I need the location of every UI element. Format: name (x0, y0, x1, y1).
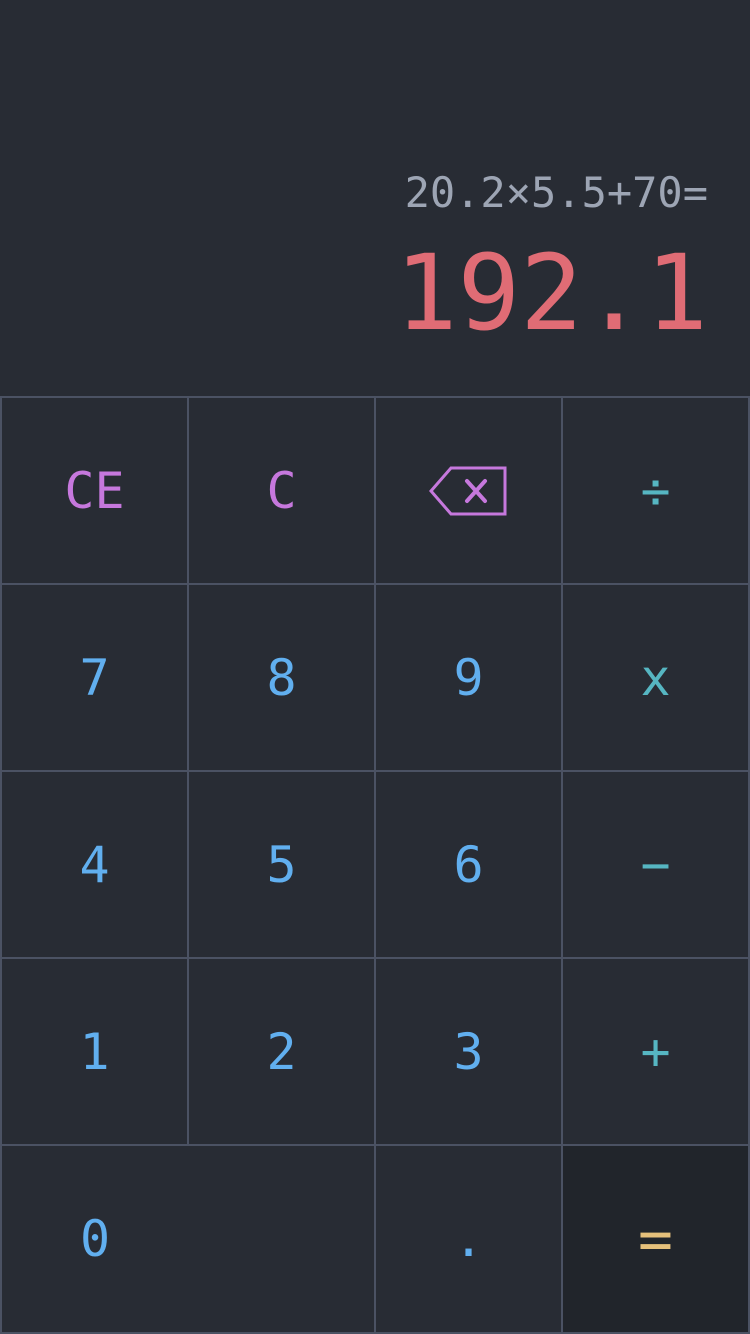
digit-7-button[interactable]: 7 (2, 585, 187, 770)
digit-4-button[interactable]: 4 (2, 772, 187, 957)
clear-button[interactable]: C (189, 398, 374, 583)
multiply-button[interactable]: x (563, 585, 748, 770)
digit-9-button[interactable]: 9 (376, 585, 561, 770)
add-button[interactable]: + (563, 959, 748, 1144)
digit-3-button[interactable]: 3 (376, 959, 561, 1144)
subtract-button[interactable]: − (563, 772, 748, 957)
digit-2-button[interactable]: 2 (189, 959, 374, 1144)
digit-8-button[interactable]: 8 (189, 585, 374, 770)
equals-button[interactable]: = (563, 1146, 748, 1332)
divide-button[interactable]: ÷ (563, 398, 748, 583)
digit-5-button[interactable]: 5 (189, 772, 374, 957)
digit-0-button[interactable]: 0 (2, 1146, 374, 1332)
backspace-button[interactable] (376, 398, 561, 583)
digit-6-button[interactable]: 6 (376, 772, 561, 957)
digit-1-button[interactable]: 1 (2, 959, 187, 1144)
clear-entry-button[interactable]: CE (2, 398, 187, 583)
display-panel: 20.2×5.5+70= 192.1 (0, 0, 750, 396)
keypad: CE C ÷ 7 8 9 x 4 5 6 − 1 2 3 + 0 . = (0, 396, 750, 1334)
expression-text: 20.2×5.5+70= (404, 168, 708, 217)
decimal-point-button[interactable]: . (376, 1146, 561, 1332)
result-text: 192.1 (394, 232, 708, 354)
backspace-icon (428, 464, 509, 518)
